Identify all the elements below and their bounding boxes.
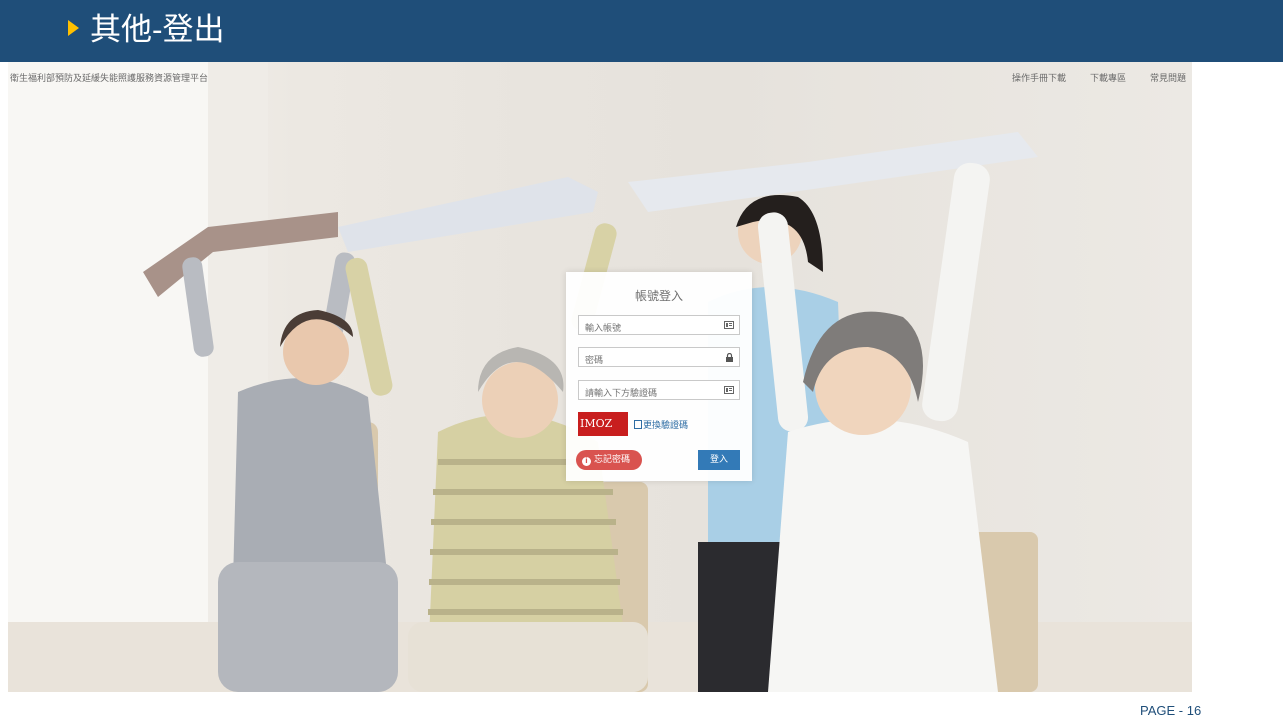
refresh-icon — [634, 420, 642, 429]
account-input[interactable] — [579, 320, 723, 338]
top-link-manual[interactable]: 操作手冊下載 — [1012, 71, 1066, 84]
page-number: PAGE - 16 — [1140, 703, 1202, 718]
id-card-icon — [724, 386, 734, 394]
forgot-password-label: 忘記密碼 — [594, 455, 631, 465]
login-button[interactable]: 登入 — [698, 450, 740, 470]
captcha-input[interactable] — [579, 385, 723, 403]
top-nav: 操作手冊下載 下載專區 常見問題 — [1012, 71, 1186, 84]
password-input[interactable] — [579, 352, 723, 370]
top-link-faq[interactable]: 常見問題 — [1150, 71, 1186, 84]
login-title: 帳號登入 — [634, 289, 683, 303]
lock-icon — [726, 353, 733, 362]
captcha-image: IMOZ — [578, 412, 628, 436]
info-icon: i — [582, 457, 591, 466]
bullet-arrow-icon — [68, 20, 79, 36]
site-name: 衛生福利部預防及延緩失能照護服務資源管理平台 — [10, 74, 209, 84]
id-card-icon — [724, 321, 734, 329]
captcha-field — [578, 380, 740, 403]
password-field — [578, 347, 740, 370]
login-page-screenshot: 衛生福利部預防及延緩失能照護服務資源管理平台 操作手冊下載 下載專區 常見問題 … — [8, 62, 1192, 692]
refresh-captcha-link[interactable]: 更換驗證碼 — [634, 418, 688, 431]
refresh-captcha-label: 更換驗證碼 — [643, 421, 689, 431]
login-panel: 帳號登入 IMOZ 更換驗證碼 — [566, 272, 752, 481]
forgot-password-button[interactable]: i 忘記密碼 — [576, 450, 642, 470]
account-field — [578, 315, 740, 338]
top-link-downloads[interactable]: 下載專區 — [1090, 71, 1126, 84]
slide-title-bar: 其他-登出 — [0, 0, 1283, 62]
slide-title: 其他-登出 — [90, 12, 225, 48]
